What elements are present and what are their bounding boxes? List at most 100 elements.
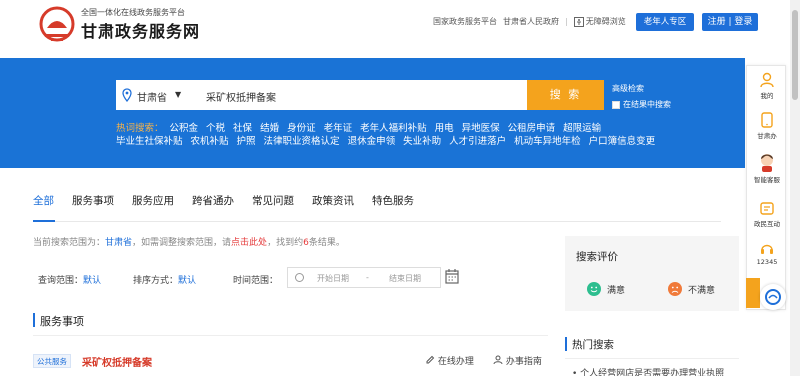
notice-scope: 甘肃省: [105, 238, 133, 248]
online-handle-link[interactable]: 在线办理: [425, 354, 474, 367]
hot-search-item[interactable]: • 个人经营网店是否需要办理营业执照: [572, 366, 740, 376]
toolbar-mine[interactable]: 我的: [747, 72, 787, 100]
floating-assistant-button[interactable]: [760, 284, 786, 310]
search-banner: [0, 58, 745, 168]
hot-keyword[interactable]: 用电: [435, 123, 454, 134]
calendar-icon[interactable]: [445, 268, 459, 284]
edit-icon: [426, 355, 435, 364]
advanced-search-link[interactable]: 高级检索: [612, 83, 644, 94]
clock-icon: [295, 273, 304, 282]
tab-service-items[interactable]: 服务事项: [72, 193, 114, 208]
hot-keyword[interactable]: 超限运输: [563, 123, 601, 134]
site-logo-icon[interactable]: [37, 6, 77, 46]
frown-face-icon: [668, 282, 682, 296]
section-title: 服务事项: [40, 315, 84, 328]
hot-keyword[interactable]: 公积金: [170, 123, 199, 134]
register-login-button[interactable]: 注册 | 登录: [702, 13, 758, 31]
scope-value[interactable]: 默认: [83, 276, 101, 286]
headset-icon: [761, 244, 773, 254]
right-toolbar: 我的 甘肃办 智能客服 政民互动 12345: [746, 65, 786, 310]
hot-search-title: 热门搜索: [572, 339, 614, 351]
hot-keyword[interactable]: 户口簿信息变更: [589, 136, 656, 147]
caret-down-icon[interactable]: ▼: [175, 90, 181, 99]
tab-faq[interactable]: 常见问题: [252, 193, 294, 208]
top-links: 国家政务服务平台 甘肃省人民政府 | 无障碍浏览: [433, 16, 626, 27]
notice-prefix: 当前搜索范围为：: [33, 238, 106, 248]
hot-keyword[interactable]: 农机补贴: [191, 136, 229, 147]
hot-keyword[interactable]: 毕业生社保补贴: [116, 136, 183, 147]
message-icon: [760, 202, 774, 215]
logo-subtitle: 全国一体化在线政务服务平台: [81, 8, 185, 17]
hot-keyword[interactable]: 退休金申领: [348, 136, 396, 147]
accessibility-link[interactable]: 无障碍浏览: [573, 16, 626, 27]
tab-service-apps[interactable]: 服务应用: [132, 193, 174, 208]
change-scope-link[interactable]: 点击此处: [231, 238, 267, 248]
satisfied-button[interactable]: 满意: [587, 282, 625, 296]
toolbar-gansuban[interactable]: 甘肃办: [747, 112, 787, 140]
date-range-picker[interactable]: 开始日期 - 结束日期: [287, 267, 441, 288]
result-category-tag: 公共服务: [33, 354, 71, 368]
hot-keyword[interactable]: 护照: [237, 136, 256, 147]
register-link[interactable]: 注册: [708, 17, 726, 27]
hot-keyword[interactable]: 机动车异地年检: [514, 136, 581, 147]
hot-keyword[interactable]: 社保: [233, 123, 252, 134]
search-button[interactable]: 搜 索: [527, 80, 604, 110]
unsatisfied-button[interactable]: 不满意: [668, 282, 715, 296]
start-date-input[interactable]: 开始日期: [317, 273, 349, 284]
location-pin-icon: [122, 88, 132, 102]
notice-suffix-end: 条结果。: [308, 238, 345, 248]
sort-value[interactable]: 默认: [178, 276, 196, 286]
scope-label: 查询范围：: [38, 276, 84, 286]
service-guide-label: 办事指南: [505, 357, 542, 367]
hot-keyword[interactable]: 异地医保: [462, 123, 500, 134]
guide-icon: [493, 355, 503, 365]
toolbar-label: 我的: [760, 92, 774, 100]
sort-filter: 排序方式：默认: [133, 273, 196, 286]
toolbar-orange-tab[interactable]: [746, 278, 760, 308]
hot-search-divider: [565, 358, 739, 359]
hot-keyword[interactable]: 老年人福利补贴: [360, 123, 427, 134]
tab-featured[interactable]: 特色服务: [372, 193, 414, 208]
scrollbar-thumb[interactable]: [792, 10, 798, 100]
toolbar-label: 12345: [756, 258, 778, 266]
hot-keyword[interactable]: 法律职业资格认定: [264, 136, 340, 147]
login-link[interactable]: 登录: [734, 17, 752, 27]
end-date-input[interactable]: 结束日期: [389, 273, 421, 284]
toolbar-label: 甘肃办: [757, 132, 777, 140]
accessibility-icon: [573, 16, 584, 27]
toolbar-12345[interactable]: 12345: [747, 242, 787, 266]
link-gansu-gov[interactable]: 甘肃省人民政府: [503, 16, 559, 27]
hot-keyword[interactable]: 身份证: [287, 123, 316, 134]
logo-title[interactable]: 甘肃政务服务网: [81, 18, 200, 42]
hot-keyword[interactable]: 公租房申请: [508, 123, 556, 134]
toolbar-label: 政民互动: [754, 220, 780, 228]
section-accent-bar: [33, 313, 35, 327]
tab-all[interactable]: 全部: [33, 193, 54, 208]
service-guide-link[interactable]: 办事指南: [493, 354, 542, 367]
toolbar-interaction[interactable]: 政民互动: [747, 202, 787, 228]
scope-filter: 查询范围：默认: [38, 273, 101, 286]
checkbox-box[interactable]: [612, 100, 620, 109]
time-filter-label: 时间范围：: [233, 276, 279, 286]
search-in-result-checkbox[interactable]: 在结果中搜索: [612, 99, 671, 110]
hot-keyword[interactable]: 失业补助: [403, 136, 441, 147]
link-national-platform[interactable]: 国家政务服务平台: [433, 16, 497, 27]
search-input[interactable]: 采矿权抵押备案: [206, 89, 276, 104]
satisfied-label: 满意: [607, 285, 626, 296]
hot-keyword[interactable]: 个税: [206, 123, 225, 134]
result-title-link[interactable]: 采矿权抵押备案: [82, 354, 152, 369]
date-dash: -: [366, 273, 369, 282]
hot-keyword[interactable]: 结婚: [260, 123, 279, 134]
hot-keyword[interactable]: 老年证: [324, 123, 353, 134]
tab-cross-province[interactable]: 跨省通办: [192, 193, 234, 208]
hot-search-accent-bar: [565, 337, 567, 351]
location-select[interactable]: 甘肃省: [137, 89, 167, 104]
toolbar-smart-service[interactable]: 智能客服: [747, 152, 787, 184]
active-tab-indicator: [33, 220, 55, 222]
hot-keywords: 热词搜索： 公积金 个税 社保 结婚 身份证 老年证 老年人福利补贴 用电 异地医保 公租房申请 超限…: [116, 123, 676, 148]
elder-zone-button[interactable]: 老年人专区: [636, 13, 694, 31]
divider: |: [565, 17, 568, 26]
tab-policy-news[interactable]: 政策资讯: [312, 193, 354, 208]
unsatisfied-label: 不满意: [688, 285, 716, 296]
hot-keyword[interactable]: 人才引进落户: [449, 136, 506, 147]
